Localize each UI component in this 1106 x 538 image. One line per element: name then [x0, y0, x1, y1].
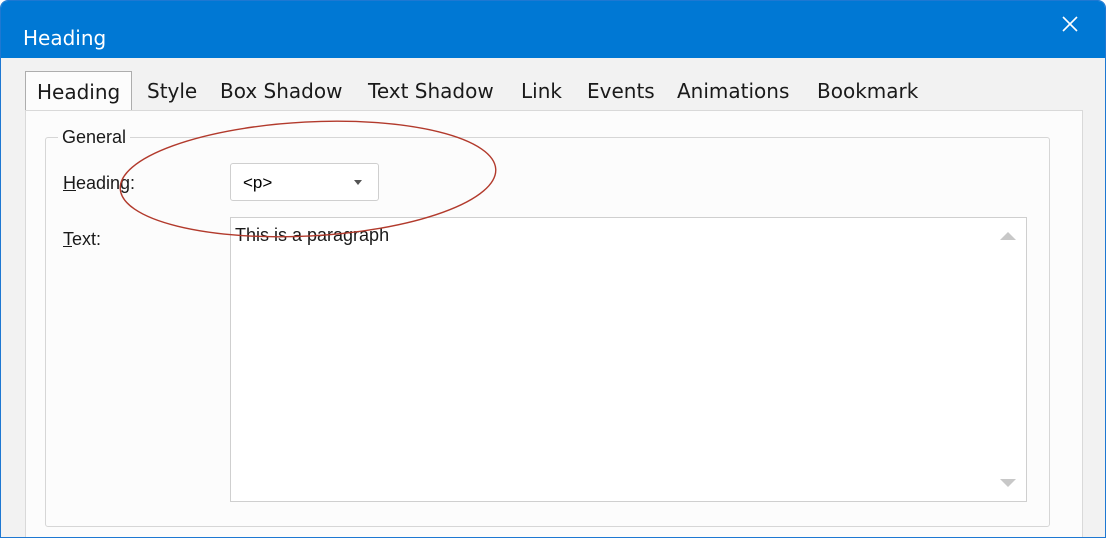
heading-label-mnemonic: H — [63, 173, 76, 193]
tab-strip: Heading Style Box Shadow Text Shadow Lin… — [25, 71, 1081, 111]
tab-text-shadow[interactable]: Text Shadow — [368, 78, 494, 104]
tab-link[interactable]: Link — [521, 78, 562, 104]
text-label-mnemonic: T — [63, 229, 72, 249]
tab-style[interactable]: Style — [147, 78, 197, 104]
title-bar: Heading — [1, 1, 1105, 58]
heading-dialog: Heading Heading Style Box Shadow Text Sh… — [0, 0, 1106, 538]
chevron-down-icon — [354, 180, 362, 185]
close-button[interactable] — [1057, 11, 1083, 37]
text-label-text: ext: — [72, 229, 102, 249]
scroll-up-arrow-icon[interactable] — [1000, 232, 1016, 240]
heading-label: Heading: — [63, 172, 135, 194]
general-legend: General — [58, 126, 131, 148]
heading-select[interactable]: <p> — [230, 163, 379, 201]
tab-bookmark[interactable]: Bookmark — [817, 78, 918, 104]
tab-panel-heading: General Heading: <p> Text: This is a par… — [25, 110, 1083, 537]
heading-label-text: eading: — [76, 173, 136, 193]
heading-select-value: <p> — [243, 173, 273, 192]
scroll-down-arrow-icon[interactable] — [1000, 479, 1016, 487]
tab-box-shadow[interactable]: Box Shadow — [220, 78, 342, 104]
tab-animations[interactable]: Animations — [677, 78, 789, 104]
text-textarea-value: This is a paragraph — [235, 225, 390, 245]
text-textarea[interactable]: This is a paragraph — [230, 217, 1027, 502]
tab-heading[interactable]: Heading — [25, 71, 133, 111]
close-icon — [1062, 16, 1078, 32]
general-groupbox: General Heading: <p> Text: This is a par… — [45, 126, 1050, 527]
tab-events[interactable]: Events — [587, 78, 655, 104]
textarea-scrollbar[interactable] — [988, 218, 1026, 501]
text-label: Text: — [63, 228, 101, 250]
dialog-title: Heading — [23, 26, 107, 50]
